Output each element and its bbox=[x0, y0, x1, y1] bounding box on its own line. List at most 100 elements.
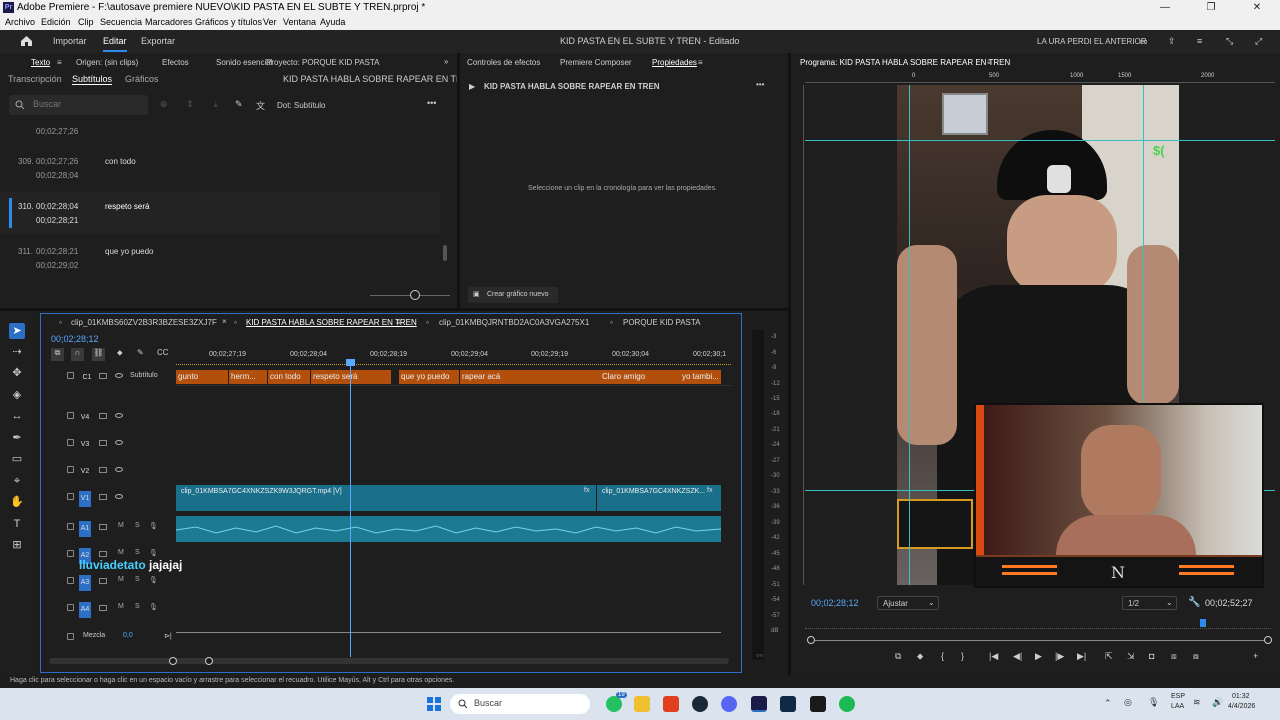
playhead-marker[interactable] bbox=[1200, 619, 1206, 627]
add-button-icon[interactable]: + bbox=[1253, 651, 1258, 661]
timeline-tab-active[interactable]: KID PASTA HABLA SOBRE RAPEAR EN TREN bbox=[246, 318, 417, 327]
clock-time[interactable]: 01:32 bbox=[1232, 693, 1250, 700]
mix-value[interactable]: 0,0 bbox=[123, 632, 133, 639]
language-sublabel[interactable]: LAA bbox=[1171, 703, 1184, 710]
scrollbar[interactable] bbox=[443, 245, 447, 261]
taskbar-search[interactable]: Buscar bbox=[450, 694, 590, 714]
lock-icon[interactable] bbox=[67, 523, 74, 530]
tab-menu-icon[interactable]: ≡ bbox=[698, 58, 703, 67]
timeline-timecode[interactable]: 00;02;28;12 bbox=[51, 334, 99, 344]
zoom-handle-right[interactable] bbox=[1264, 636, 1272, 644]
pencil-icon[interactable]: ✎ bbox=[235, 99, 243, 110]
workspace-label[interactable]: LA URA PERDI EL ANTERIOR bbox=[1037, 37, 1147, 46]
marker-icon[interactable]: ⬥ bbox=[117, 348, 123, 358]
lock-icon[interactable] bbox=[67, 550, 74, 557]
track-name[interactable]: A4 bbox=[79, 602, 91, 618]
eye-icon[interactable] bbox=[115, 467, 123, 472]
minimize-icon[interactable]: — bbox=[1142, 0, 1188, 16]
tab-efectos[interactable]: Efectos bbox=[162, 58, 189, 67]
file-explorer-icon[interactable] bbox=[634, 696, 650, 712]
zoom-handle-left[interactable] bbox=[807, 636, 815, 644]
menu-clip[interactable]: Clip bbox=[78, 17, 94, 27]
tab-propiedades[interactable]: Propiedades bbox=[652, 58, 697, 67]
mark-out-icon[interactable]: } bbox=[961, 651, 964, 661]
mic-icon[interactable]: 🎙 bbox=[1148, 697, 1159, 708]
maximize-icon[interactable]: ❐ bbox=[1188, 0, 1234, 16]
share-icon[interactable]: ⇪ bbox=[1168, 36, 1176, 47]
tab-texto[interactable]: Texto bbox=[31, 58, 50, 67]
home-icon[interactable] bbox=[20, 35, 33, 47]
tab-origen[interactable]: Origen: (sin clips) bbox=[76, 58, 138, 67]
clock-date[interactable]: 4/4/2026 bbox=[1228, 703, 1255, 710]
fit-dropdown[interactable]: Ajustar ⌄ bbox=[877, 596, 939, 610]
snap-icon[interactable]: ∩ bbox=[71, 348, 84, 361]
tab-menu-icon[interactable]: ≡ bbox=[987, 58, 992, 67]
marker-ops-icon[interactable]: ⧉ bbox=[895, 651, 901, 662]
extract-icon[interactable]: ⇲ bbox=[1127, 651, 1135, 662]
tab-close-icon[interactable]: × bbox=[222, 317, 227, 326]
guide-line[interactable] bbox=[805, 140, 1275, 141]
play-icon[interactable]: ▶ bbox=[1035, 651, 1042, 662]
lock-icon[interactable] bbox=[67, 412, 74, 419]
exportar-tab[interactable]: Exportar bbox=[141, 36, 175, 46]
caption-clip[interactable]: con todo bbox=[268, 370, 310, 384]
list-item[interactable]: 310. 00;02;28;04 00;02;28;21 respeto ser… bbox=[0, 192, 440, 234]
scroll-handle[interactable] bbox=[169, 657, 177, 665]
lock-icon[interactable] bbox=[67, 577, 74, 584]
mic-icon[interactable]: 🎙 bbox=[149, 603, 158, 611]
subtab-subtitulos[interactable]: Subtítulos bbox=[72, 74, 113, 85]
scroll-handle[interactable] bbox=[205, 657, 213, 665]
track-name[interactable]: V4 bbox=[79, 410, 91, 426]
menu-ver[interactable]: Ver bbox=[263, 17, 277, 27]
entry-text[interactable]: que yo puedo bbox=[105, 247, 154, 256]
linked-icon[interactable]: ⛓ bbox=[92, 348, 105, 361]
whatsapp-icon[interactable] bbox=[606, 696, 622, 712]
sync-lock-icon[interactable] bbox=[99, 373, 107, 379]
tab-menu-icon[interactable]: ≡ bbox=[57, 58, 62, 67]
importar-tab[interactable]: Importar bbox=[53, 36, 87, 46]
tab-proyecto[interactable]: Proyecto: PORQUE KID PASTA bbox=[266, 58, 380, 67]
video-clip[interactable]: clip_01KMBSA7GC4XNKZSZK... fx bbox=[597, 485, 721, 511]
sync-lock-icon[interactable] bbox=[99, 494, 107, 500]
go-to-in-icon[interactable]: |◀ bbox=[989, 651, 998, 662]
brave-icon[interactable] bbox=[663, 696, 679, 712]
wrench-icon[interactable]: 🔧 bbox=[1188, 597, 1200, 608]
caption-clip[interactable]: yo tambi... bbox=[680, 370, 721, 384]
sync-lock-icon[interactable] bbox=[99, 578, 107, 584]
add-caption-icon[interactable]: ⊕ bbox=[160, 99, 168, 110]
steam-icon[interactable] bbox=[692, 696, 708, 712]
track-select-icon[interactable]: ⇢ bbox=[9, 344, 25, 360]
wrench-icon[interactable]: ✎ bbox=[137, 348, 144, 357]
add-marker-icon[interactable]: ⬥ bbox=[917, 651, 923, 662]
comparison-icon[interactable]: ⧈ bbox=[1171, 651, 1177, 662]
translate-icon[interactable]: 文 bbox=[256, 99, 265, 112]
eye-icon[interactable] bbox=[115, 494, 123, 499]
more-icon[interactable]: ••• bbox=[427, 98, 436, 108]
mic-icon[interactable]: 🎙 bbox=[149, 576, 158, 584]
tab-menu-icon[interactable]: ≡ bbox=[396, 318, 401, 327]
nest-icon[interactable]: ⧉ bbox=[51, 348, 64, 361]
type-icon[interactable]: T bbox=[9, 516, 25, 532]
list-item[interactable]: 309. 00;02;27;26 00;02;28;04 con todo bbox=[0, 147, 440, 189]
solo-buttons-icon[interactable]: ○○ bbox=[756, 653, 763, 659]
go-to-out-icon[interactable]: ▶| bbox=[1077, 651, 1086, 662]
caption-clip[interactable]: rapear acá bbox=[460, 370, 600, 384]
track-name[interactable]: A1 bbox=[79, 521, 91, 537]
menu-edicion[interactable]: Edición bbox=[41, 17, 71, 27]
discord-icon[interactable] bbox=[721, 696, 737, 712]
mix-end-icon[interactable]: ⊳| bbox=[164, 632, 172, 640]
more-tabs-icon[interactable]: » bbox=[444, 57, 448, 66]
resize-icon[interactable]: ⤡ bbox=[1226, 36, 1233, 47]
mic-icon[interactable]: 🎙 bbox=[149, 549, 158, 557]
tab-composer[interactable]: Premiere Composer bbox=[560, 58, 632, 67]
export-frame-icon[interactable]: ◘ bbox=[1149, 651, 1154, 661]
sync-lock-icon[interactable] bbox=[99, 413, 107, 419]
premiere-icon[interactable] bbox=[751, 696, 767, 712]
mute-icon[interactable]: M bbox=[118, 576, 124, 583]
caption-clip[interactable]: herm... bbox=[229, 370, 267, 384]
menu-lines-icon[interactable]: ≡ bbox=[1197, 36, 1202, 46]
tab-sonido[interactable]: Sonido esencial bbox=[216, 58, 272, 67]
program-title[interactable]: Programa: KID PASTA HABLA SOBRE RAPEAR E… bbox=[800, 58, 1010, 67]
sync-lock-icon[interactable] bbox=[99, 440, 107, 446]
caption-tool-icon[interactable]: ⊞ bbox=[9, 537, 25, 553]
